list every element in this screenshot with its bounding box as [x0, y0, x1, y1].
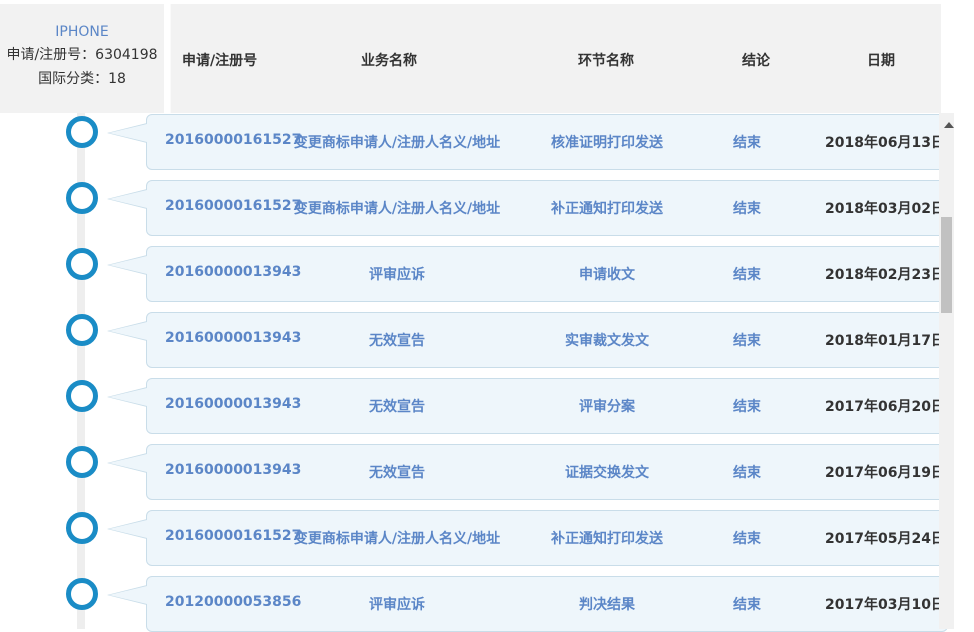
table-row[interactable]: 20160000013943 无效宣告 实审裁文发文 结束 2018年01月17日 [107, 312, 948, 368]
row-date: 2018年01月17日 [825, 333, 945, 349]
row-result: 结束 [733, 399, 761, 415]
row-number[interactable]: 20160000013943 [165, 396, 301, 412]
row-result: 结束 [733, 201, 761, 217]
card-pointer-fill [109, 388, 147, 406]
row-step: 核准证明打印发送 [551, 135, 663, 151]
row-date: 2017年06月20日 [825, 399, 945, 415]
row-date: 2017年05月24日 [825, 531, 945, 547]
trademark-mark: IPHONE [55, 24, 109, 40]
arrow-up-icon[interactable] [944, 122, 954, 128]
row-date: 2018年02月23日 [825, 267, 945, 283]
scrollbar[interactable] [939, 113, 954, 629]
row-date: 2018年06月13日 [825, 135, 945, 151]
table-row[interactable]: 20160000161527 变更商标申请人/注册人名义/地址 补正通知打印发送 结束… [107, 180, 948, 236]
circle-icon [66, 116, 98, 148]
circle-icon [66, 578, 98, 610]
card-pointer-fill [109, 586, 147, 604]
column-header-number: 申请/注册号 [182, 53, 258, 69]
circle-icon [66, 446, 98, 478]
row-business: 无效宣告 [369, 333, 425, 349]
row-business: 变更商标申请人/注册人名义/地址 [293, 201, 501, 217]
row-number[interactable]: 20160000161527 [165, 132, 301, 148]
circle-icon [66, 512, 98, 544]
row-business: 变更商标申请人/注册人名义/地址 [293, 531, 501, 547]
column-header-result: 结论 [742, 53, 770, 69]
row-number[interactable]: 20160000013943 [165, 462, 301, 478]
column-header-date: 日期 [867, 53, 895, 69]
table-row[interactable]: 20160000013943 无效宣告 证据交换发文 结束 2017年06月19日 [107, 444, 948, 500]
circle-icon [66, 380, 98, 412]
card-pointer-fill [109, 190, 147, 208]
row-business: 无效宣告 [369, 399, 425, 415]
international-class: 国际分类：18 [38, 71, 126, 87]
row-result: 结束 [733, 465, 761, 481]
row-date: 2017年06月19日 [825, 465, 945, 481]
table-row[interactable]: 20160000013943 评审应诉 申请收文 结束 2018年02月23日 [107, 246, 948, 302]
row-result: 结束 [733, 267, 761, 283]
row-number[interactable]: 20120000053856 [165, 594, 301, 610]
registration-number: 申请/注册号：6304198 [6, 47, 158, 63]
row-business: 变更商标申请人/注册人名义/地址 [293, 135, 501, 151]
row-step: 证据交换发文 [565, 465, 649, 481]
table-row[interactable]: 20160000013943 无效宣告 评审分案 结束 2017年06月20日 [107, 378, 948, 434]
row-number[interactable]: 20160000161527 [165, 528, 301, 544]
row-step: 补正通知打印发送 [551, 531, 663, 547]
row-business: 无效宣告 [369, 465, 425, 481]
table-row[interactable]: 20120000053856 评审应诉 判决结果 结束 2017年03月10日 [107, 576, 948, 632]
table-header: 申请/注册号 业务名称 环节名称 结论 日期 [170, 4, 941, 113]
row-step: 评审分案 [579, 399, 635, 415]
row-result: 结束 [733, 333, 761, 349]
column-header-step: 环节名称 [578, 53, 634, 69]
row-step: 申请收文 [579, 267, 635, 283]
row-business: 评审应诉 [369, 597, 425, 613]
column-header-business: 业务名称 [361, 53, 417, 69]
circle-icon [66, 314, 98, 346]
row-business: 评审应诉 [369, 267, 425, 283]
card-pointer-fill [109, 124, 147, 142]
card-pointer-fill [109, 256, 147, 274]
row-result: 结束 [733, 597, 761, 613]
page-edge [954, 0, 974, 629]
row-number[interactable]: 20160000013943 [165, 264, 301, 280]
row-step: 实审裁文发文 [565, 333, 649, 349]
scrollbar-thumb[interactable] [941, 217, 952, 313]
card-pointer-fill [109, 322, 147, 340]
circle-icon [66, 248, 98, 280]
table-row[interactable]: 20160000161527 变更商标申请人/注册人名义/地址 补正通知打印发送 结束… [107, 510, 948, 566]
row-result: 结束 [733, 531, 761, 547]
table-row[interactable]: 20160000161527 变更商标申请人/注册人名义/地址 核准证明打印发送 结束… [107, 114, 948, 170]
card-pointer-fill [109, 520, 147, 538]
row-result: 结束 [733, 135, 761, 151]
card-pointer-fill [109, 454, 147, 472]
row-number[interactable]: 20160000013943 [165, 330, 301, 346]
row-date: 2018年03月02日 [825, 201, 945, 217]
trademark-summary: IPHONE 申请/注册号：6304198 国际分类：18 [0, 4, 164, 113]
row-number[interactable]: 20160000161527 [165, 198, 301, 214]
row-step: 补正通知打印发送 [551, 201, 663, 217]
circle-icon [66, 182, 98, 214]
row-date: 2017年03月10日 [825, 597, 945, 613]
row-step: 判决结果 [579, 597, 635, 613]
